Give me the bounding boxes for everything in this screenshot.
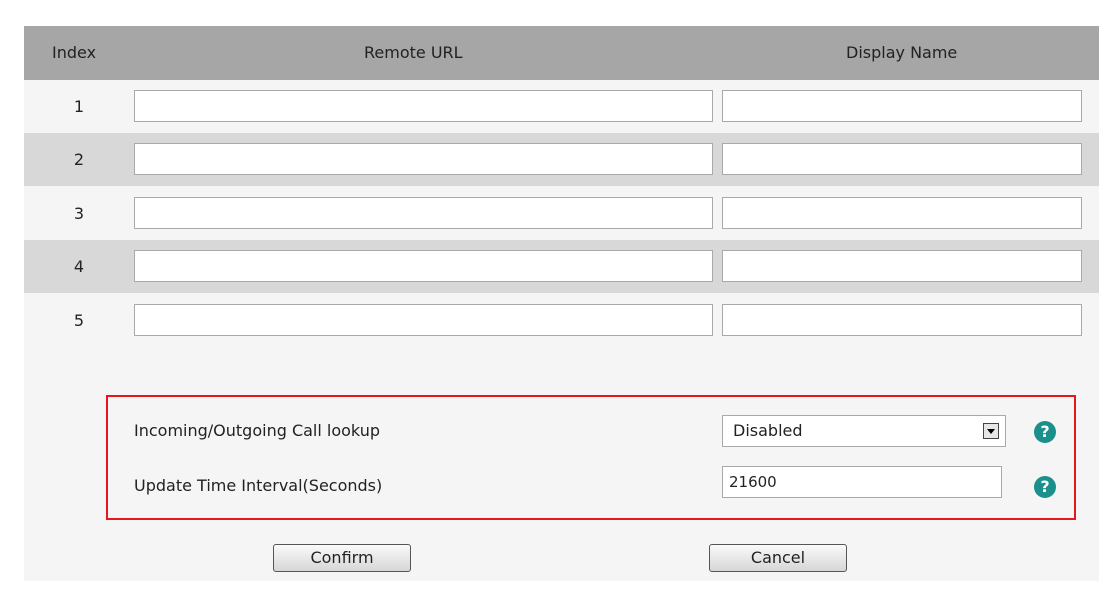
display-name-input-5[interactable] [722, 304, 1082, 336]
table-row: 1 [24, 80, 1099, 133]
display-name-input-4[interactable] [722, 250, 1082, 282]
remote-url-input-1[interactable] [134, 90, 713, 122]
question-icon[interactable]: ? [1034, 421, 1056, 443]
update-interval-input[interactable] [722, 466, 1002, 498]
call-lookup-highlight-box [106, 395, 1076, 520]
display-name-input-3[interactable] [722, 197, 1082, 229]
table-header: Index Remote URL Display Name [24, 26, 1099, 80]
row-index: 2 [73, 150, 85, 169]
table-row: 4 [24, 240, 1099, 293]
display-name-input-1[interactable] [722, 90, 1082, 122]
table-row: 2 [24, 133, 1099, 186]
chevron-down-icon[interactable] [983, 423, 999, 439]
header-display-name: Display Name [846, 43, 958, 62]
row-index: 1 [73, 97, 85, 116]
update-interval-label: Update Time Interval(Seconds) [134, 476, 383, 495]
cancel-button[interactable]: Cancel [709, 544, 847, 572]
table-row: 5 [24, 294, 1099, 347]
call-lookup-value: Disabled [733, 421, 803, 440]
call-lookup-label: Incoming/Outgoing Call lookup [134, 421, 380, 440]
header-index: Index [52, 43, 97, 62]
remote-url-input-3[interactable] [134, 197, 713, 229]
row-index: 4 [73, 257, 85, 276]
row-index: 3 [73, 204, 85, 223]
remote-url-input-2[interactable] [134, 143, 713, 175]
table-row: 3 [24, 187, 1099, 240]
display-name-input-2[interactable] [722, 143, 1082, 175]
confirm-button[interactable]: Confirm [273, 544, 411, 572]
remote-url-input-4[interactable] [134, 250, 713, 282]
call-lookup-select[interactable]: Disabled [722, 415, 1006, 447]
remote-url-input-5[interactable] [134, 304, 713, 336]
question-icon[interactable]: ? [1034, 476, 1056, 498]
header-remote-url: Remote URL [364, 43, 463, 62]
row-index: 5 [73, 311, 85, 330]
